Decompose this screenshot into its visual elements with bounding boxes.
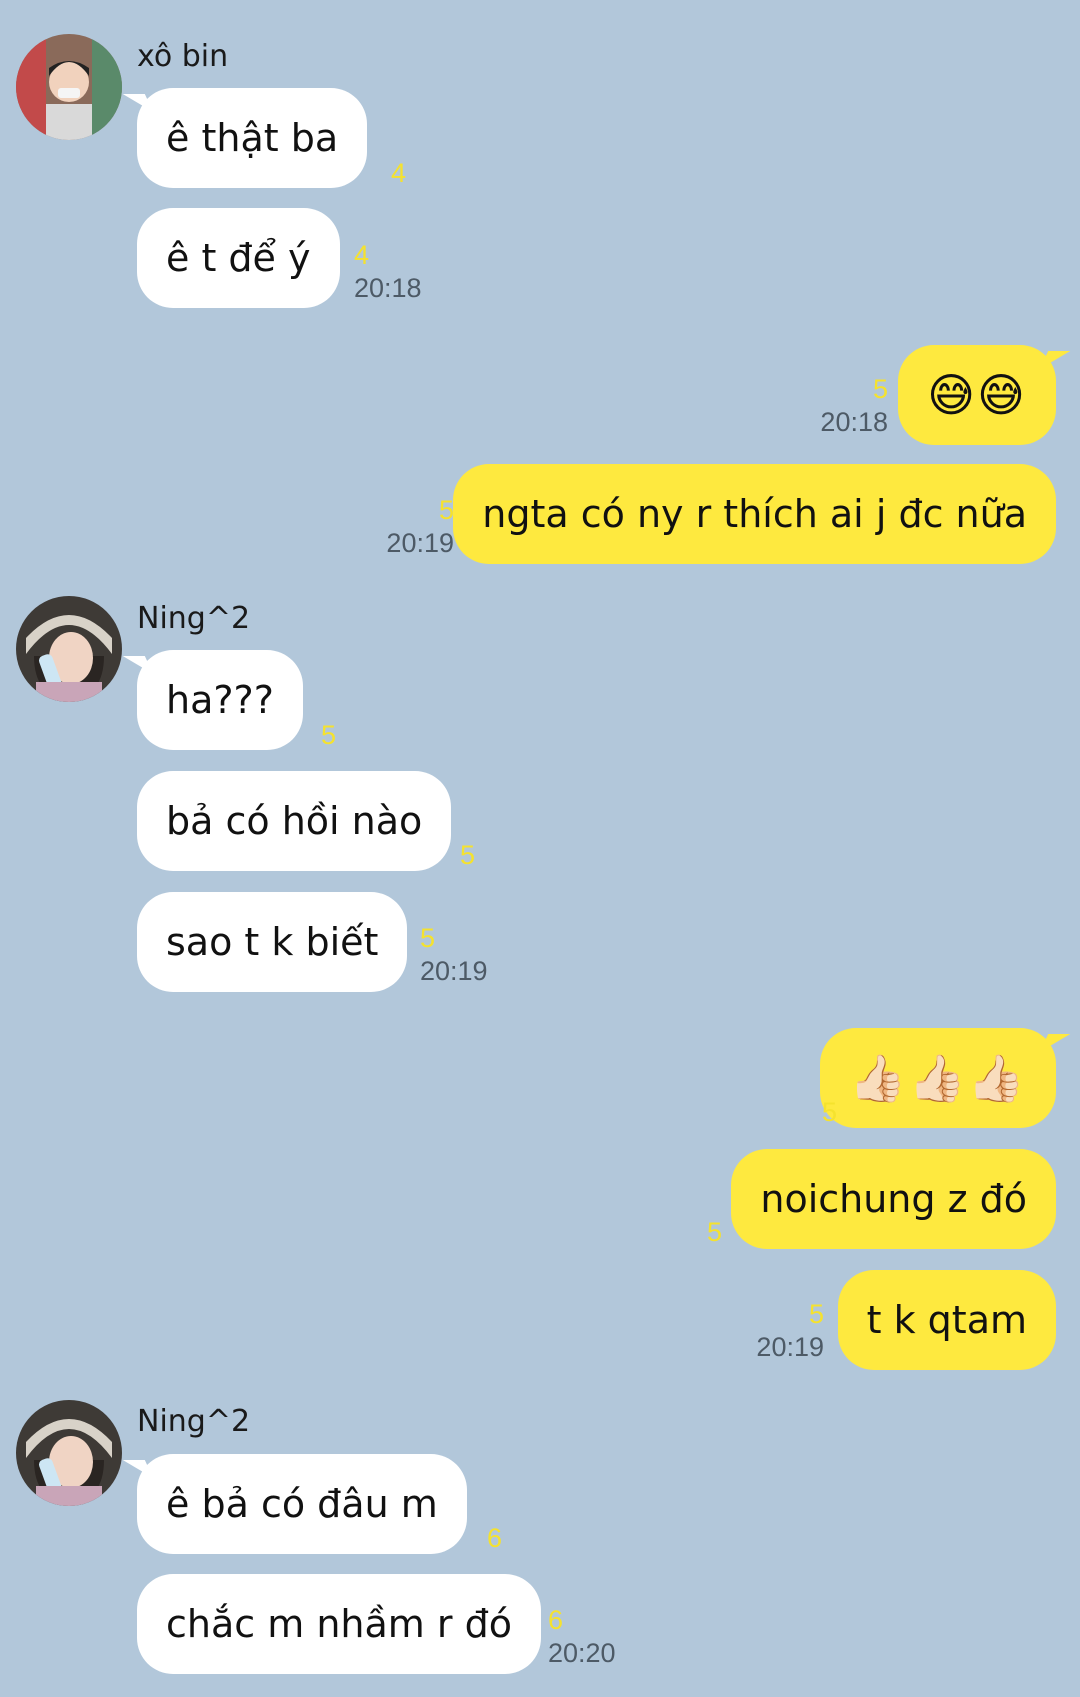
message-bubble[interactable]: noichung z đó [731,1149,1056,1249]
message-meta: 5 [460,842,475,869]
message-text: t k qtam [866,1298,1027,1342]
message-bubble[interactable]: ê bả có đâu m [137,1454,467,1554]
message-bubble[interactable]: bả có hồi nào [137,771,452,871]
unread-count: 5 [821,1097,837,1127]
unread-count: 4 [391,158,407,188]
message-bubble[interactable]: 😅😅 [898,345,1056,445]
sender-name: xô bin [137,39,229,74]
unread-count: 5 [706,1217,722,1247]
message-timestamp: 20:18 [820,407,888,437]
unread-count: 5 [438,495,454,525]
message-meta: 5 20:18 [820,376,888,436]
message-text: ngta có ny r thích ai j đc nữa [482,492,1027,536]
message-text: ê thật ba [166,116,339,160]
message-text: ê bả có đâu m [166,1482,438,1526]
message-meta: 5 20:19 [420,925,488,985]
message-timestamp: 20:20 [548,1638,616,1668]
message-bubble[interactable]: sao t k biết [137,892,408,992]
sender-name: Ning^2 [137,601,251,636]
message-meta: 5 [321,722,336,749]
message-timestamp: 20:19 [756,1332,824,1362]
message-bubble[interactable]: 👍🏻👍🏻👍🏻 [820,1028,1056,1128]
message-text: bả có hồi nào [166,799,423,843]
message-text: ha??? [166,678,274,722]
unread-count: 6 [487,1523,503,1553]
message-meta: 6 [487,1525,502,1552]
message-meta: 5 20:19 [756,1301,824,1361]
unread-count: 5 [420,923,436,953]
message-meta: 6 20:20 [548,1607,616,1667]
message-meta: 4 20:18 [354,242,422,302]
message-bubble[interactable]: ê thật ba [137,88,368,188]
message-text: noichung z đó [760,1177,1027,1221]
message-bubble[interactable]: ngta có ny r thích ai j đc nữa [453,464,1056,564]
unread-count: 4 [354,240,370,270]
unread-count: 5 [808,1299,824,1329]
message-meta: 5 [822,1099,837,1126]
message-timestamp: 20:19 [386,528,454,558]
message-bubble[interactable]: ê t để ý [137,208,340,308]
unread-count: 5 [872,374,888,404]
chat-message-list[interactable]: xô bin ê thật ba 4 ê t để ý 4 20:18 😅😅 5… [0,0,1080,1697]
message-meta: 4 [391,160,406,187]
user-photo-avatar-icon [16,596,122,702]
user-photo-avatar-icon [16,1400,122,1506]
message-timestamp: 20:18 [354,273,422,303]
message-meta: 5 [707,1219,722,1246]
message-text: ê t để ý [166,236,311,280]
message-text: chắc m nhầm r đó [166,1602,512,1646]
message-text: sao t k biết [166,920,379,964]
unread-count: 5 [321,720,337,750]
sender-name: Ning^2 [137,1404,251,1439]
avatar-ning[interactable] [16,1400,122,1506]
message-text: 👍🏻👍🏻👍🏻 [849,1050,1027,1105]
avatar-xo-bin[interactable] [16,34,122,140]
unread-count: 5 [460,840,476,870]
user-photo-avatar-icon [16,34,122,140]
message-timestamp: 20:19 [420,956,488,986]
message-bubble[interactable]: chắc m nhầm r đó [137,1574,541,1674]
message-text: 😅😅 [927,368,1027,422]
message-bubble[interactable]: ha??? [137,650,303,750]
avatar-ning[interactable] [16,596,122,702]
message-meta: 5 20:19 [386,497,454,557]
message-bubble[interactable]: t k qtam [837,1270,1056,1370]
unread-count: 6 [548,1605,564,1635]
